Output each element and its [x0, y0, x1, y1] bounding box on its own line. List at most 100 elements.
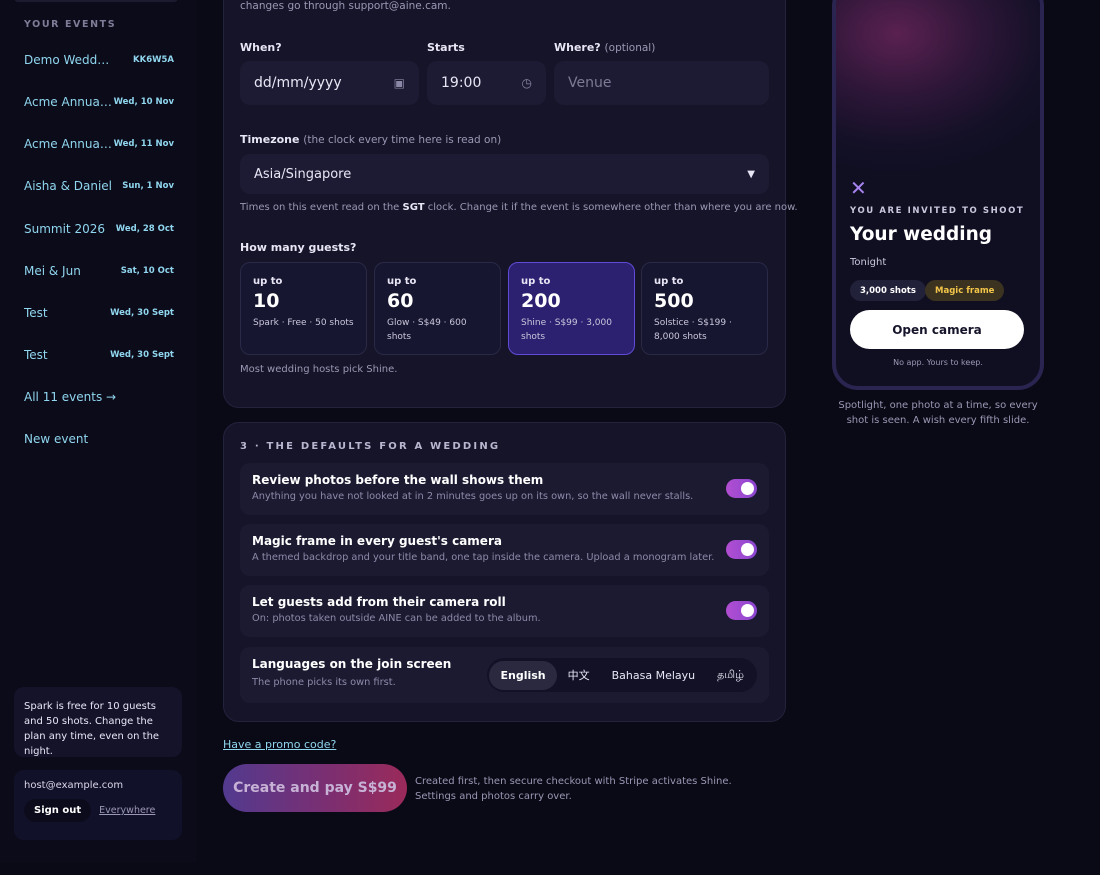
event-date: Sat, 10 Oct [120, 266, 174, 276]
setting-description: The phone picks its own first. [252, 677, 396, 688]
account-panel: host@example.com Sign out Everywhere [14, 770, 182, 840]
timezone-hint: (the clock every time here is read on) [303, 134, 502, 146]
tier-guest-count: 60 [387, 290, 414, 312]
tier-upto: up to [253, 276, 283, 287]
setting-description: Anything you have not looked at in 2 min… [252, 491, 694, 502]
language-chinese[interactable]: 中文 [557, 659, 601, 691]
sparkle-x-icon: ✕ [850, 176, 867, 200]
camera-roll-toggle[interactable] [726, 601, 757, 620]
clock-icon[interactable]: ◷ [522, 76, 532, 90]
event-item[interactable]: Demo Wedding KK6W5A [24, 50, 174, 70]
event-item[interactable]: Acme Annual Dinner Wed, 10 Nov [24, 92, 174, 112]
event-item[interactable]: Acme Annual Dinner Wed, 11 Nov [24, 134, 174, 154]
event-date: Wed, 28 Oct [115, 224, 174, 234]
event-date: Wed, 10 Nov [113, 97, 174, 107]
language-english[interactable]: English [489, 660, 557, 690]
sidebar-top-control[interactable] [14, 0, 178, 2]
event-date: Wed, 11 Nov [113, 139, 174, 149]
setting-title: Review photos before the wall shows them [252, 473, 544, 487]
open-camera-button[interactable]: Open camera [850, 310, 1024, 349]
preview-backdrop [836, 0, 1040, 184]
tier-upto: up to [521, 276, 551, 287]
preview-when: Tonight [850, 257, 887, 268]
tier-description: Shine · S$99 · 3,000 shots [521, 318, 612, 342]
venue-input[interactable]: Venue [554, 61, 769, 105]
tier-option-glow[interactable]: up to 60 Glow · S$49 · 600 shots [374, 262, 501, 355]
event-item[interactable]: Mei & Jun Sat, 10 Oct [24, 261, 174, 281]
language-tamil[interactable]: தமிழ் [706, 660, 755, 691]
toggle-knob [741, 543, 754, 556]
create-and-pay-button[interactable]: Create and pay S$99 [223, 764, 407, 812]
event-name: Demo Wedding [24, 53, 112, 67]
tier-description: Solstice · S$199 · 8,000 shots [654, 318, 732, 342]
preview-event-title: Your wedding [850, 224, 993, 245]
sign-out-everywhere-link[interactable]: Everywhere [99, 805, 155, 816]
all-events-link[interactable]: All 11 events → [24, 390, 116, 404]
checkout-note: Created first, then secure checkout with… [415, 776, 732, 802]
sidebar: YOUR EVENTS Demo Wedding KK6W5A Acme Ann… [0, 0, 196, 862]
event-code: KK6W5A [133, 55, 174, 65]
when-label: When? [240, 41, 282, 54]
language-malay[interactable]: Bahasa Melayu [601, 661, 707, 690]
timezone-select[interactable]: Asia/Singapore ▼ [240, 154, 769, 194]
timezone-note-text: clock. Change it if the event is somewhe… [424, 202, 798, 213]
event-item[interactable]: Test Wed, 30 Sept [24, 303, 174, 323]
tier-option-solstice[interactable]: up to 500 Solstice · S$199 · 8,000 shots [641, 262, 768, 355]
date-input[interactable]: dd/mm/yyyy ▣ [240, 61, 419, 105]
account-email: host@example.com [24, 780, 124, 791]
timezone-label: Timezone (the clock every time here is r… [240, 133, 501, 146]
venue-placeholder: Venue [568, 75, 612, 91]
event-name: Acme Annual Dinner [24, 137, 112, 151]
tier-option-shine[interactable]: up to 200 Shine · S$99 · 3,000 shots [508, 262, 635, 355]
event-name: Test [24, 348, 48, 362]
setting-review-photos: Review photos before the wall shows them… [240, 463, 769, 515]
event-item[interactable]: Summit 2026 Wed, 28 Oct [24, 219, 174, 239]
start-time-value: 19:00 [441, 75, 482, 91]
tier-guest-count: 200 [521, 290, 561, 312]
sign-out-button[interactable]: Sign out [24, 799, 92, 822]
phone-preview: ✕ YOU ARE INVITED TO SHOOT Your wedding … [832, 0, 1044, 390]
tier-recommendation: Most wedding hosts pick Shine. [240, 364, 398, 375]
toggle-knob [741, 604, 754, 617]
starts-label: Starts [427, 41, 465, 54]
where-label: Where? (optional) [554, 41, 655, 54]
setting-camera-roll: Let guests add from their camera roll On… [240, 585, 769, 637]
where-optional-text: (optional) [604, 42, 656, 54]
tier-guest-count: 10 [253, 290, 280, 312]
timezone-label-text: Timezone [240, 133, 300, 146]
event-name: Mei & Jun [24, 264, 81, 278]
event-date: Sun, 1 Nov [122, 181, 174, 191]
event-date: Wed, 30 Sept [110, 308, 174, 318]
tier-description: Spark · Free · 50 shots [253, 318, 354, 328]
setting-languages: Languages on the join screen The phone p… [240, 647, 769, 703]
event-item[interactable]: Aisha & Daniel Sun, 1 Nov [24, 176, 174, 196]
support-note: changes go through support@aine.cam. [240, 0, 451, 12]
timezone-note-text: Times on this event read on the [240, 202, 403, 213]
no-app-note: No app. Yours to keep. [893, 358, 983, 367]
where-label-text: Where? [554, 41, 601, 54]
start-time-input[interactable]: 19:00 ◷ [427, 61, 546, 105]
event-name: Acme Annual Dinner [24, 95, 112, 109]
magic-frame-toggle[interactable] [726, 540, 757, 559]
event-name: Test [24, 306, 48, 320]
setting-title: Let guests add from their camera roll [252, 595, 506, 609]
event-name: Aisha & Daniel [24, 179, 112, 193]
calendar-icon[interactable]: ▣ [394, 76, 405, 90]
caret-down-icon: ▼ [747, 168, 755, 180]
promo-code-link[interactable]: Have a promo code? [223, 738, 336, 751]
tier-option-spark[interactable]: up to 10 Spark · Free · 50 shots [240, 262, 367, 355]
shots-chip: 3,000 shots [850, 280, 926, 301]
event-item[interactable]: Test Wed, 30 Sept [24, 345, 174, 365]
tier-guest-count: 500 [654, 290, 694, 312]
language-selector: English 中文 Bahasa Melayu தமிழ் [487, 658, 757, 692]
review-photos-toggle[interactable] [726, 479, 757, 498]
tier-description: Glow · S$49 · 600 shots [387, 318, 467, 342]
setting-title: Magic frame in every guest's camera [252, 534, 502, 548]
magic-frame-chip: Magic frame [925, 280, 1005, 301]
date-input-value: dd/mm/yyyy [254, 75, 342, 91]
setting-magic-frame: Magic frame in every guest's camera A th… [240, 524, 769, 576]
setting-description: A themed backdrop and your title band, o… [252, 552, 715, 563]
defaults-section-title: 3 · THE DEFAULTS FOR A WEDDING [240, 441, 501, 452]
setting-title: Languages on the join screen [252, 657, 452, 671]
new-event-link[interactable]: New event [24, 432, 88, 446]
